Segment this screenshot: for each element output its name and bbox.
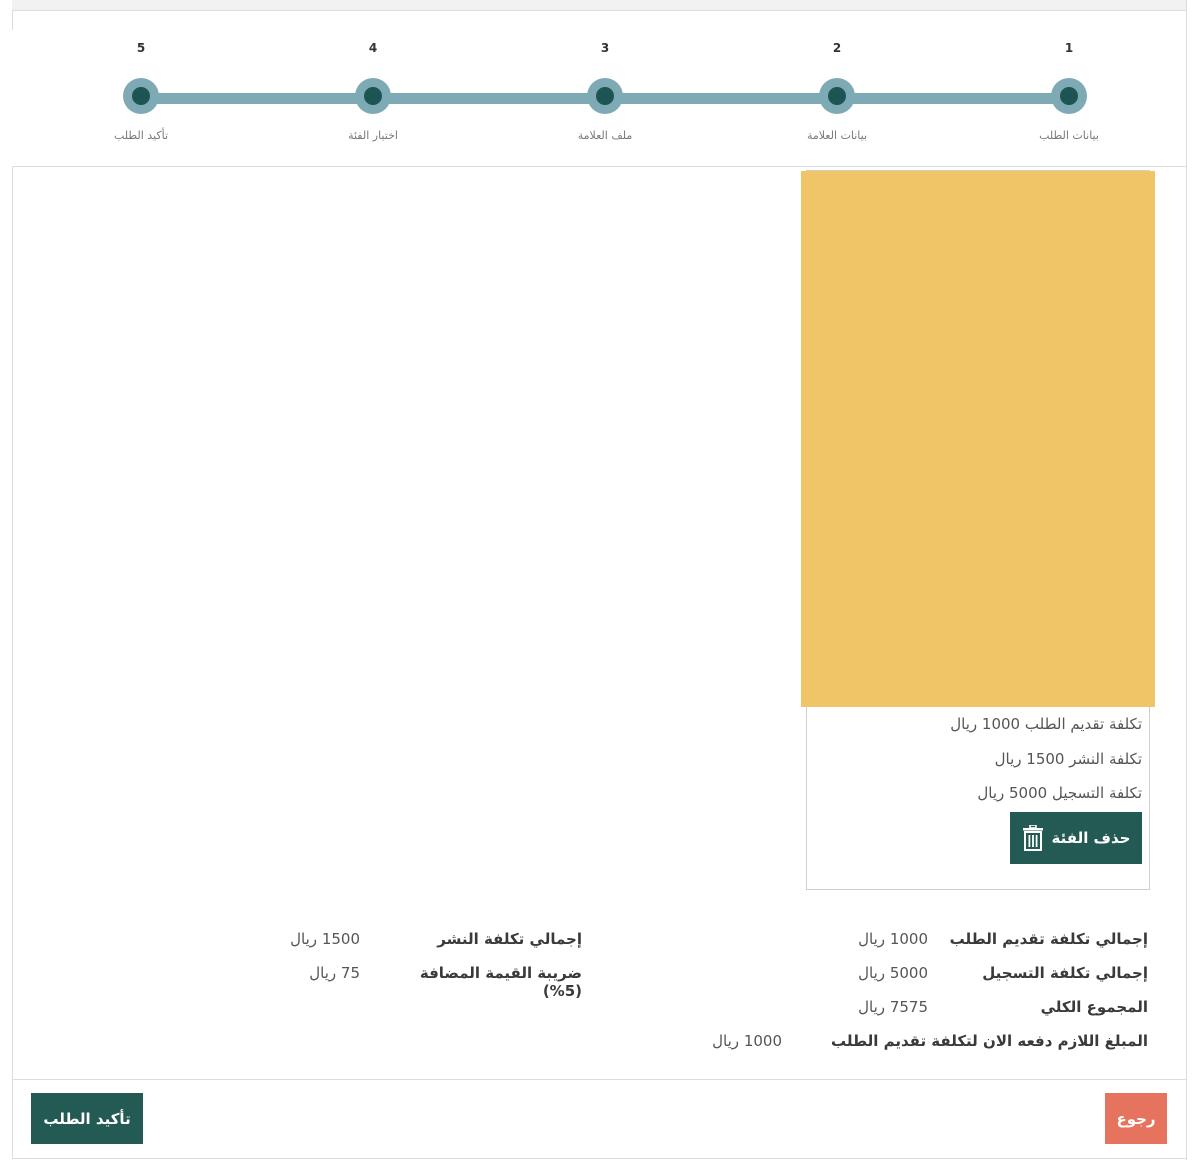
publish-total-label: إجمالي تكلفة النشر — [437, 930, 582, 948]
step-label: تأكيد الطلب — [113, 129, 169, 142]
step-number: 3 — [600, 41, 610, 55]
step-circle — [1051, 78, 1087, 114]
due-now-value: 1000 ريال — [712, 1032, 782, 1050]
step-circle — [819, 78, 855, 114]
category-image — [801, 171, 1155, 707]
delete-category-button[interactable]: حذف الفئة — [1010, 812, 1142, 864]
step-2[interactable]: 2 بيانات العلامة — [757, 40, 917, 142]
divider — [12, 1158, 1187, 1159]
fee-request: تكلفة تقديم الطلب 1000 ريال — [950, 715, 1142, 733]
vat-label: ضريبة القيمة المضافة (5%) — [419, 964, 582, 1000]
frame-edge — [12, 166, 13, 1080]
publish-total-value: 1500 ريال — [290, 930, 360, 948]
fee-registration: تكلفة التسجيل 5000 ريال — [977, 784, 1142, 802]
step-4[interactable]: 4 اختيار الفئة — [293, 40, 453, 142]
step-label: بيانات العلامة — [806, 129, 868, 142]
step-3[interactable]: 3 ملف العلامة — [525, 40, 685, 142]
step-circle — [123, 78, 159, 114]
request-total-value: 1000 ريال — [858, 930, 928, 948]
divider — [12, 1079, 1187, 1080]
step-label: ملف العلامة — [577, 129, 633, 142]
frame-edge — [12, 1079, 13, 1159]
fee-publish: تكلفة النشر 1500 ريال — [994, 750, 1142, 768]
step-number: 5 — [136, 41, 146, 55]
step-dot — [364, 87, 382, 105]
step-label: بيانات الطلب — [1039, 129, 1099, 142]
step-5[interactable]: 5 تأكيد الطلب — [61, 40, 221, 142]
registration-total-value: 5000 ريال — [858, 964, 928, 982]
step-dot — [828, 87, 846, 105]
step-number: 2 — [832, 41, 842, 55]
step-label: اختيار الفئة — [348, 129, 398, 142]
trash-icon — [1022, 824, 1044, 851]
vat-value: 75 ريال — [309, 964, 360, 982]
frame-edge — [1186, 0, 1187, 1160]
delete-category-label: حذف الفئة — [1051, 829, 1131, 847]
step-dot — [596, 87, 614, 105]
grand-total-value: 7575 ريال — [858, 998, 928, 1016]
confirm-request-button[interactable]: تأكيد الطلب — [31, 1093, 143, 1144]
due-now-label: المبلغ اللازم دفعه الان لتكلفة تقديم الط… — [830, 1032, 1148, 1050]
step-dot — [132, 87, 150, 105]
back-button[interactable]: رجوع — [1105, 1093, 1167, 1144]
step-number: 4 — [368, 41, 378, 55]
step-number: 1 — [1064, 41, 1074, 55]
progress-stepper: 1 بيانات الطلب 2 بيانات العلامة 3 ملف ال… — [0, 0, 1200, 166]
step-dot — [1060, 87, 1078, 105]
step-circle — [355, 78, 391, 114]
step-circle — [587, 78, 623, 114]
divider — [12, 166, 1187, 167]
step-1[interactable]: 1 بيانات الطلب — [989, 40, 1149, 142]
